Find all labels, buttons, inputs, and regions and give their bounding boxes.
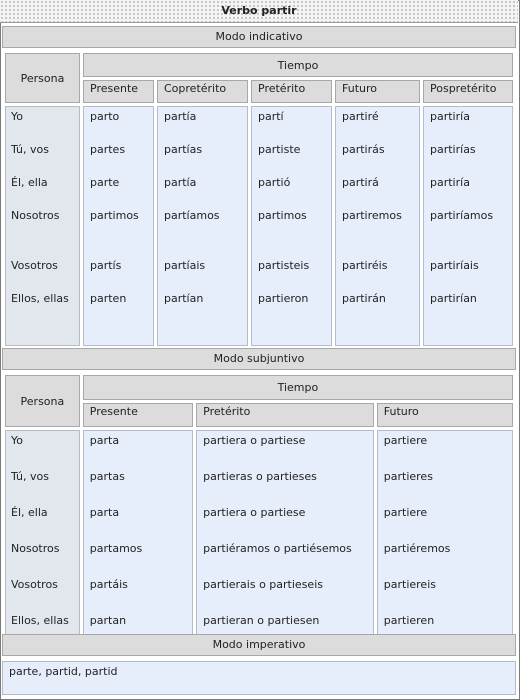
person-label: Nosotros	[11, 542, 60, 555]
person-label: Vosotros	[11, 578, 58, 591]
conjugation-form: parten	[90, 292, 127, 305]
conjugation-form: partiréis	[342, 259, 388, 272]
conjugation-form: partiere	[383, 506, 428, 519]
person-label: Tú, vos	[11, 470, 49, 483]
person-label: Él, ella	[11, 506, 48, 519]
conjugation-form: partió	[258, 176, 291, 189]
imperative-forms: parte, partid, partid	[2, 661, 516, 695]
imperative-section-header: Modo imperativo	[2, 634, 516, 656]
conjugation-form: partían	[164, 292, 204, 305]
person-label: Él, ella	[11, 176, 48, 189]
conjugation-form: partáis	[89, 578, 128, 591]
conjugation-form: partieras o partieses	[203, 470, 317, 483]
conjugation-form: partía	[164, 110, 197, 123]
conjugation-form: partirías	[430, 143, 476, 156]
person-label: Nosotros	[11, 209, 60, 222]
persons-column: Yo Tú, vos Él, ella Nosotros Vosotros Ellos, …	[5, 430, 80, 654]
conjugation-form: partirán	[342, 292, 386, 305]
tense-header: Copretérito	[157, 80, 248, 103]
conjugation-form: partiéremos	[383, 542, 451, 555]
tense-column: partí partiste partió partimos partisteis par…	[251, 106, 332, 346]
conjugation-form: parta	[89, 434, 120, 447]
indicative-table: Persona Tiempo Presente Copretérito Pretér…	[2, 50, 516, 349]
conjugation-form: partiéramos o partiésemos	[203, 542, 352, 555]
person-label: Yo	[11, 434, 23, 447]
conjugation-form: partieres	[383, 470, 433, 483]
conjugation-form: partiríamos	[430, 209, 494, 222]
conjugation-form: parto	[90, 110, 120, 123]
conjugation-form: partieron	[258, 292, 309, 305]
conjugation-form: partiré	[342, 110, 379, 123]
tiempo-header: Tiempo	[83, 53, 513, 77]
page-title: Verbo partir	[0, 0, 518, 23]
conjugation-form: partamos	[89, 542, 143, 555]
tense-column: partiera o partiese partieras o partieses…	[196, 430, 374, 654]
subjunctive-section-header: Modo subjuntivo	[2, 348, 516, 370]
tense-column: partiría partirías partiría partiríamos part…	[423, 106, 513, 346]
tense-column: parto partes parte partimos partís parten	[83, 106, 154, 346]
tense-header: Pretérito	[196, 403, 374, 427]
tense-header: Pospretérito	[423, 80, 513, 103]
persons-column: Yo Tú, vos Él, ella Nosotros Vosotros Ellos, …	[5, 106, 80, 346]
conjugation-form: partirá	[342, 176, 379, 189]
conjugation-form: partís	[90, 259, 122, 272]
tense-column: partía partías partía partíamos partíais part…	[157, 106, 248, 346]
conjugation-form: partiera o partiese	[203, 506, 306, 519]
tense-header: Presente	[83, 80, 154, 103]
person-label: Vosotros	[11, 259, 58, 272]
subjunctive-table: Persona Tiempo Presente Pretérito Futuro Y…	[2, 372, 516, 657]
conjugation-form: partiere	[383, 434, 428, 447]
conjugation-form: partíamos	[164, 209, 220, 222]
persona-header: Persona	[5, 53, 80, 103]
conjugation-form: partisteis	[258, 259, 310, 272]
person-label: Tú, vos	[11, 143, 49, 156]
conjugation-form: parte	[90, 176, 120, 189]
conjugation-form: partirás	[342, 143, 385, 156]
tense-header: Presente	[82, 403, 194, 427]
conjugation-form: partimos	[90, 209, 139, 222]
tense-column: partiré partirás partirá partiremos partiréi…	[335, 106, 420, 346]
conjugation-form: partías	[164, 143, 203, 156]
tense-header: Pretérito	[251, 80, 332, 103]
conjugation-form: partía	[164, 176, 197, 189]
conjugation-form: partiría	[430, 110, 470, 123]
conjugation-form: parta	[89, 506, 120, 519]
tense-column: parta partas parta partamos partáis partan	[82, 430, 194, 654]
conjugation-form: partiremos	[342, 209, 402, 222]
conjugation-form: partiríais	[430, 259, 479, 272]
tense-column: partiere partieres partiere partiéremos part…	[376, 430, 513, 654]
tense-header: Futuro	[335, 80, 420, 103]
conjugation-form: partiste	[258, 143, 301, 156]
conjugation-form: partiereis	[383, 578, 436, 591]
conjugation-form: partierais o partieseis	[203, 578, 323, 591]
conjugation-form: partas	[89, 470, 125, 483]
conjugation-form: partes	[90, 143, 126, 156]
conjugation-form: partiera o partiese	[203, 434, 306, 447]
tiempo-header: Tiempo	[82, 375, 513, 400]
conjugation-form: partiría	[430, 176, 470, 189]
conjugation-form: partimos	[258, 209, 307, 222]
person-label: Yo	[11, 110, 23, 123]
conjugation-form: partíais	[164, 259, 206, 272]
person-label: Ellos, ellas	[11, 292, 69, 305]
tense-header: Futuro	[376, 403, 513, 427]
indicative-section-header: Modo indicativo	[2, 26, 516, 48]
conjugation-form: partirían	[430, 292, 477, 305]
persona-header: Persona	[5, 375, 80, 427]
conjugation-form: partí	[258, 110, 284, 123]
